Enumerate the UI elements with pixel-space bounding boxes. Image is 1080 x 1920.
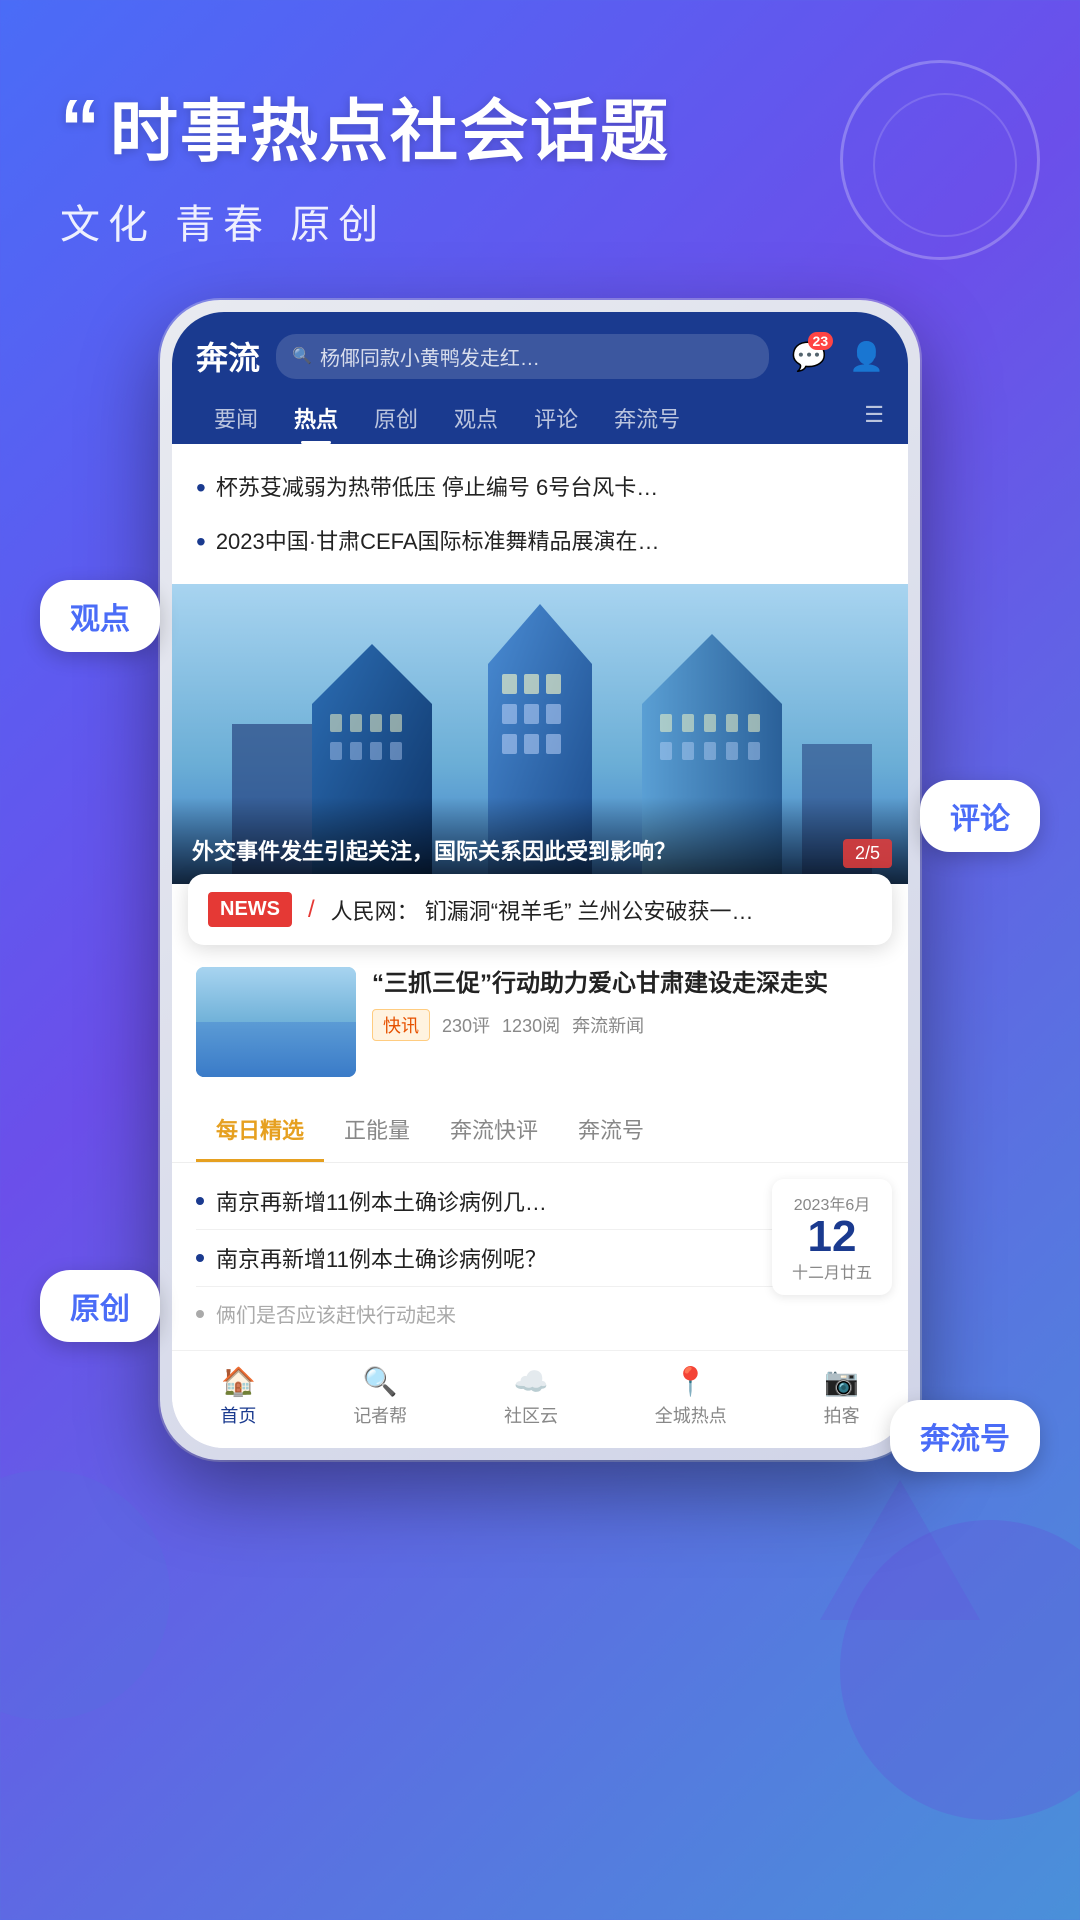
daily-section: 每日精选 正能量 奔流快评 奔流号 南京再新增11例本土确诊病例几… 南京再新增…	[172, 1099, 908, 1350]
news-item-2-text: 2023中国·甘肃CEFA国际标准舞精品展演在…	[216, 524, 660, 556]
news-dot-2: •	[196, 526, 206, 558]
reporter-label: 记者帮	[353, 1402, 407, 1428]
calendar-widget: 2023年6月 12 十二月廿五	[772, 1179, 892, 1295]
search-bar[interactable]: 🔍 杨倻同款小黄鸭发走红…	[276, 334, 769, 379]
featured-caption: 外交事件发生引起关注，国际关系因此受到影响？	[172, 797, 908, 884]
app-header: 奔流 🔍 杨倻同款小黄鸭发走红… 💬 23 👤	[172, 312, 908, 380]
news-item-1[interactable]: • 杯苏芟减弱为热带低压 停止编号 6号台风卡…	[196, 460, 884, 514]
bg-decoration-circle-bl	[0, 1470, 170, 1720]
daily-tab-positive[interactable]: 正能量	[324, 1099, 430, 1162]
daily-news-2-text: 南京再新增11例本土确诊病例呢？	[216, 1242, 547, 1274]
floating-label-guandian: 观点	[40, 580, 160, 652]
search-icon: 🔍	[292, 346, 312, 366]
bg-decoration-triangle	[820, 1480, 980, 1620]
nav-tab-guandian[interactable]: 观点	[436, 392, 516, 444]
daily-news-item-3[interactable]: 俩们是否应该赶快行动起来	[196, 1287, 884, 1340]
news-divider: /	[308, 896, 315, 924]
cal-lunar: 十二月廿五	[788, 1259, 876, 1283]
header-title: “时事热点社会话题	[60, 80, 1020, 176]
breaking-news-text: 人民网： 钔漏洞“視羊毛” 兰州公安破获一…	[331, 894, 872, 926]
news-list: • 杯苏芟减弱为热带低压 停止编号 6号台风卡… • 2023中国·甘肃CEFA…	[172, 444, 908, 584]
article-comments: 230评	[442, 1012, 490, 1038]
phone-inner: 奔流 🔍 杨倻同款小黄鸭发走红… 💬 23 👤 要闻 热点 原创 观点 评论 奔…	[172, 312, 908, 1448]
photo-icon: 📷	[824, 1365, 859, 1398]
article-thumbnail	[196, 967, 356, 1077]
article-title: “三抓三促”行动助力爱心甘肃建设走深走实	[372, 967, 884, 1001]
bottom-nav: 🏠 首页 🔍 记者帮 ☁️ 社区云 📍 全城热点 📷 拍客	[172, 1350, 908, 1448]
daily-tab-selection[interactable]: 每日精选	[196, 1099, 324, 1162]
community-icon: ☁️	[514, 1365, 549, 1398]
article-reads: 1230阅	[502, 1012, 560, 1038]
daily-dot-1	[196, 1197, 204, 1205]
app-logo: 奔流	[196, 333, 260, 379]
nav-tab-pinglun[interactable]: 评论	[516, 392, 596, 444]
phone-frame: 奔流 🔍 杨倻同款小黄鸭发走红… 💬 23 👤 要闻 热点 原创 观点 评论 奔…	[160, 300, 920, 1460]
daily-dot-2	[196, 1254, 204, 1262]
floating-label-benliuhao: 奔流号	[890, 1400, 1040, 1472]
article-meta: 快讯 230评 1230阅 奔流新闻	[372, 1009, 884, 1041]
nav-tab-benliuhao[interactable]: 奔流号	[596, 392, 698, 444]
daily-tabs: 每日精选 正能量 奔流快评 奔流号	[172, 1099, 908, 1163]
nav-tabs: 要闻 热点 原创 观点 评论 奔流号 ☰	[172, 380, 908, 444]
home-label: 首页	[220, 1402, 256, 1428]
home-icon: 🏠	[221, 1365, 256, 1398]
article-source: 奔流新闻	[572, 1012, 644, 1038]
thumb-sky	[196, 967, 356, 1028]
user-icon[interactable]: 👤	[849, 340, 884, 373]
daily-tab-kuaiping[interactable]: 奔流快评	[430, 1099, 558, 1162]
hot-label: 全城热点	[655, 1402, 727, 1428]
news-dot-1: •	[196, 472, 206, 504]
article-content: “三抓三促”行动助力爱心甘肃建设走深走实 快讯 230评 1230阅 奔流新闻	[372, 967, 884, 1077]
nav-tab-yuanchuang[interactable]: 原创	[356, 392, 436, 444]
article-tag: 快讯	[372, 1009, 430, 1041]
photo-label: 拍客	[824, 1402, 860, 1428]
search-text: 杨倻同款小黄鸭发走红…	[320, 342, 540, 371]
daily-dot-3	[196, 1310, 204, 1318]
bottom-nav-hot[interactable]: 📍 全城热点	[655, 1365, 727, 1428]
news-badge: NEWS	[208, 892, 292, 927]
page-indicator: 2/5	[843, 839, 892, 868]
featured-image[interactable]: 外交事件发生引起关注，国际关系因此受到影响？ 2/5	[172, 584, 908, 884]
nav-menu-icon[interactable]: ☰	[864, 392, 884, 444]
header-subtitle: 文化 青春 原创	[60, 192, 1020, 250]
daily-news-3-text: 俩们是否应该赶快行动起来	[216, 1299, 456, 1328]
phone-mockup: 奔流 🔍 杨倻同款小黄鸭发走红… 💬 23 👤 要闻 热点 原创 观点 评论 奔…	[160, 300, 920, 1460]
nav-tab-redian[interactable]: 热点	[276, 392, 356, 444]
reporter-icon: 🔍	[363, 1365, 398, 1398]
daily-content-area: 南京再新增11例本土确诊病例几… 南京再新增11例本土确诊病例呢？ 俩们是否应该…	[172, 1163, 908, 1350]
breaking-news-bar[interactable]: NEWS / 人民网： 钔漏洞“視羊毛” 兰州公安破获一…	[188, 874, 892, 945]
article-row[interactable]: “三抓三促”行动助力爱心甘肃建设走深走实 快讯 230评 1230阅 奔流新闻	[172, 947, 908, 1097]
notification-button[interactable]: 💬 23	[785, 332, 833, 380]
quote-mark: “	[60, 83, 102, 172]
bottom-nav-home[interactable]: 🏠 首页	[220, 1365, 256, 1428]
bottom-nav-reporter[interactable]: 🔍 记者帮	[353, 1365, 407, 1428]
cal-day: 12	[788, 1215, 876, 1259]
nav-tab-yaow[interactable]: 要闻	[196, 392, 276, 444]
floating-label-pinglun: 评论	[920, 780, 1040, 852]
bottom-nav-community[interactable]: ☁️ 社区云	[504, 1365, 558, 1428]
notification-badge: 23	[808, 332, 834, 350]
news-item-1-text: 杯苏芟减弱为热带低压 停止编号 6号台风卡…	[216, 470, 658, 502]
hot-icon: 📍	[673, 1365, 708, 1398]
floating-label-yuanchuang: 原创	[40, 1270, 160, 1342]
community-label: 社区云	[504, 1402, 558, 1428]
news-item-2[interactable]: • 2023中国·甘肃CEFA国际标准舞精品展演在…	[196, 514, 884, 568]
daily-tab-benliuhao[interactable]: 奔流号	[558, 1099, 664, 1162]
thumb-water	[196, 1022, 356, 1077]
header-area: “时事热点社会话题 文化 青春 原创	[0, 0, 1080, 290]
bottom-nav-photo[interactable]: 📷 拍客	[824, 1365, 860, 1428]
daily-news-1-text: 南京再新增11例本土确诊病例几…	[216, 1185, 547, 1217]
